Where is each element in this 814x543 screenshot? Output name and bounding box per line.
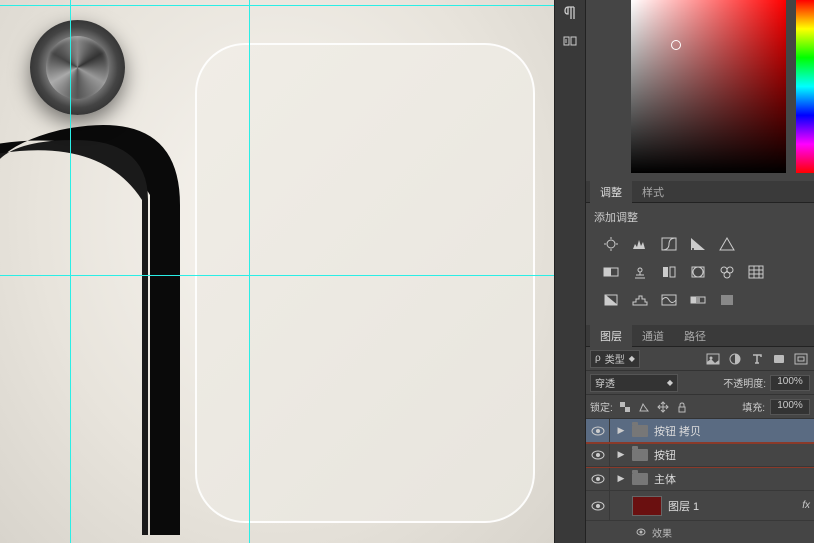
guide-vertical[interactable] [70,0,71,543]
layer-name[interactable]: 按钮 拷贝 [654,423,701,439]
layers-panel: 图层 通道 路径 ρ 类型 ◆ 穿透 ◆ 不透明度: 1 [586,325,814,543]
guide-horizontal[interactable] [0,275,554,276]
filter-pixel-icon[interactable] [704,350,722,368]
tab-layers[interactable]: 图层 [590,325,632,347]
adjustments-title: 添加调整 [594,209,806,225]
paragraph-icon[interactable] [561,6,579,20]
layer-name[interactable]: 图层 1 [668,498,699,514]
color-lookup-icon[interactable] [745,263,767,281]
lock-all-icon[interactable] [675,400,689,414]
lock-pixels-icon[interactable] [637,400,651,414]
collapsed-panel-strip [554,0,586,543]
filter-adjustment-icon[interactable] [726,350,744,368]
visibility-toggle[interactable] [586,419,610,442]
layer-filter-dropdown[interactable]: ρ 类型 ◆ [590,350,640,368]
invert-icon[interactable] [600,291,622,309]
visibility-toggle[interactable] [586,491,610,520]
gradient-map-icon[interactable] [687,291,709,309]
panels-column: 调整 样式 添加调整 [586,0,814,543]
expand-arrow-icon[interactable]: ▶ [616,473,626,484]
selective-color-icon[interactable] [716,291,738,309]
lock-transparency-icon[interactable] [618,400,632,414]
adjustments-row-1 [594,235,806,253]
canvas-content [0,0,554,543]
threshold-icon[interactable] [658,291,680,309]
fill-label: 填充: [742,399,765,414]
filter-type-icon[interactable] [748,350,766,368]
artwork-rounded-square [195,43,535,523]
artwork-knob [30,20,125,115]
layer-item[interactable]: 图层 1 fx [586,491,814,521]
color-balance-icon[interactable] [629,263,651,281]
visibility-toggle[interactable] [586,443,610,466]
layers-list: ▶ 按钮 拷贝 ▶ 按钮 ▶ 主体 [586,419,814,543]
fill-input[interactable]: 100% [770,399,810,415]
opacity-label: 不透明度: [723,375,766,390]
curves-icon[interactable] [658,235,680,253]
channel-mixer-icon[interactable] [716,263,738,281]
brightness-contrast-icon[interactable] [600,235,622,253]
layer-item[interactable]: ▶ 按钮 拷贝 [586,419,814,443]
artwork-black-curve [0,115,195,535]
exposure-icon[interactable] [687,235,709,253]
folder-icon [632,449,648,461]
blend-opacity-row: 穿透 ◆ 不透明度: 100% [586,371,814,395]
effects-label: 效果 [652,525,672,540]
expand-arrow-icon[interactable]: ▶ [616,425,626,436]
layer-name[interactable]: 按钮 [654,447,676,463]
tab-adjustments[interactable]: 调整 [590,181,632,203]
filter-shape-icon[interactable] [770,350,788,368]
folder-icon [632,473,648,485]
visibility-toggle[interactable] [586,467,610,490]
adjustments-panel: 调整 样式 添加调整 [586,181,814,325]
layer-name[interactable]: 主体 [654,471,676,487]
canvas-area[interactable] [0,0,554,543]
lock-position-icon[interactable] [656,400,670,414]
tab-styles[interactable]: 样式 [632,181,674,203]
guide-vertical[interactable] [249,0,250,543]
color-field[interactable] [631,0,786,173]
layers-filter-row: ρ 类型 ◆ [586,347,814,371]
lock-fill-row: 锁定: 填充: 100% [586,395,814,419]
guide-horizontal[interactable] [0,5,554,6]
black-white-icon[interactable] [658,263,680,281]
opacity-input[interactable]: 100% [770,375,810,391]
layer-item[interactable]: ▶ 按钮 [586,443,814,467]
vibrance-icon[interactable] [716,235,738,253]
filter-smartobject-icon[interactable] [792,350,810,368]
tab-channels[interactable]: 通道 [632,325,674,347]
color-picker-panel [586,0,814,181]
eye-icon [636,527,646,537]
character-icon[interactable] [561,34,579,48]
layer-thumbnail [632,496,662,516]
layer-effects-row[interactable]: 效果 [586,521,814,543]
hue-strip[interactable] [796,0,814,173]
adjustments-row-2 [594,263,806,281]
posterize-icon[interactable] [629,291,651,309]
blend-mode-dropdown[interactable]: 穿透 ◆ [590,374,678,392]
color-marker[interactable] [671,40,681,50]
fx-badge[interactable]: fx [802,500,810,511]
folder-icon [632,425,648,437]
expand-arrow-icon[interactable]: ▶ [616,449,626,460]
hue-saturation-icon[interactable] [600,263,622,281]
photo-filter-icon[interactable] [687,263,709,281]
lock-label: 锁定: [590,399,613,414]
levels-icon[interactable] [629,235,651,253]
tab-paths[interactable]: 路径 [674,325,716,347]
layer-item[interactable]: ▶ 主体 [586,467,814,491]
adjustments-row-3 [594,291,806,309]
